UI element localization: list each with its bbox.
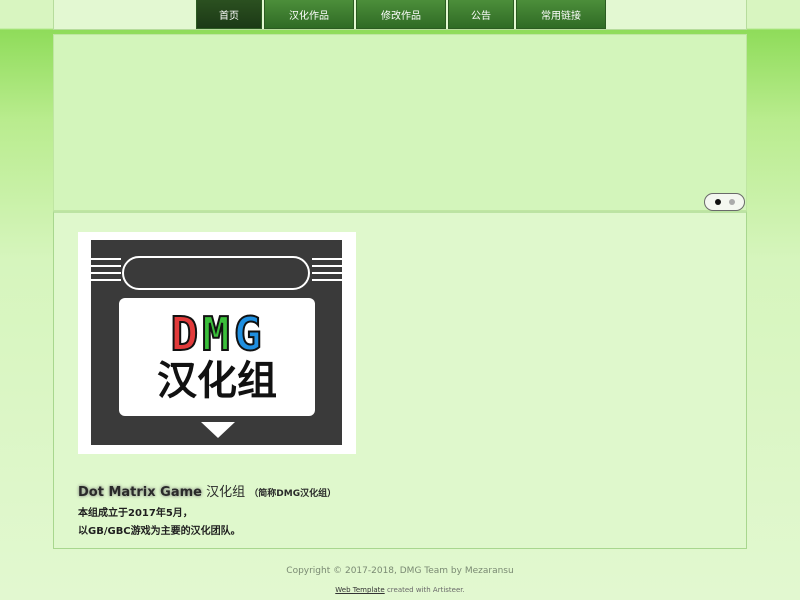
intro-line-2: 以GB/GBC游戏为主要的汉化团队。: [78, 526, 241, 537]
logo-caption: 汉化组: [157, 358, 277, 404]
cartridge-slot: [122, 256, 310, 290]
main-nav: 首页 汉化作品 修改作品 公告 常用链接: [196, 0, 606, 29]
nav-item-translations[interactable]: 汉化作品: [264, 0, 354, 29]
slider-dot-1[interactable]: [714, 199, 721, 205]
slider-pagination: [704, 193, 745, 211]
dmg-logo: D M G 汉化组: [78, 232, 356, 454]
cartridge-stripes-left: [91, 258, 121, 288]
cartridge-label: D M G 汉化组: [119, 298, 315, 416]
intro-title-note: （简称DMG汉化组）: [249, 489, 337, 499]
intro-title: Dot Matrix Game 汉化组 （简称DMG汉化组）: [78, 481, 336, 500]
nav-item-hacks[interactable]: 修改作品: [356, 0, 446, 29]
dmg-logo-letters: D M G: [169, 307, 264, 361]
cartridge-graphic: D M G 汉化组: [91, 240, 342, 445]
web-template-link[interactable]: Web Template: [335, 586, 384, 594]
footer-credits: Web Template created with Artisteer.: [0, 586, 800, 594]
footer-created-with: created with Artisteer.: [386, 586, 465, 594]
nav-item-announcements[interactable]: 公告: [448, 0, 514, 29]
footer-copyright: Copyright © 2017-2018, DMG Team by Mezar…: [286, 566, 514, 576]
cartridge-stripes-right: [312, 258, 342, 288]
nav-item-links[interactable]: 常用链接: [516, 0, 606, 29]
nav-item-home[interactable]: 首页: [196, 0, 262, 29]
intro-line-1: 本组成立于2017年5月，: [78, 508, 193, 519]
intro-title-en: Dot Matrix Game: [78, 485, 202, 500]
logo-letter-g: G: [233, 307, 264, 361]
arrow-down-icon: [201, 422, 235, 438]
logo-letter-m: M: [201, 307, 232, 361]
slider-dot-2[interactable]: [728, 199, 735, 205]
intro-title-cn: 汉化组: [206, 485, 246, 500]
content-area: D M G 汉化组 Dot Matrix Game 汉化组 （简称DMG汉化组）…: [53, 211, 747, 549]
logo-letter-d: D: [169, 307, 201, 361]
banner-slider: [53, 34, 747, 211]
